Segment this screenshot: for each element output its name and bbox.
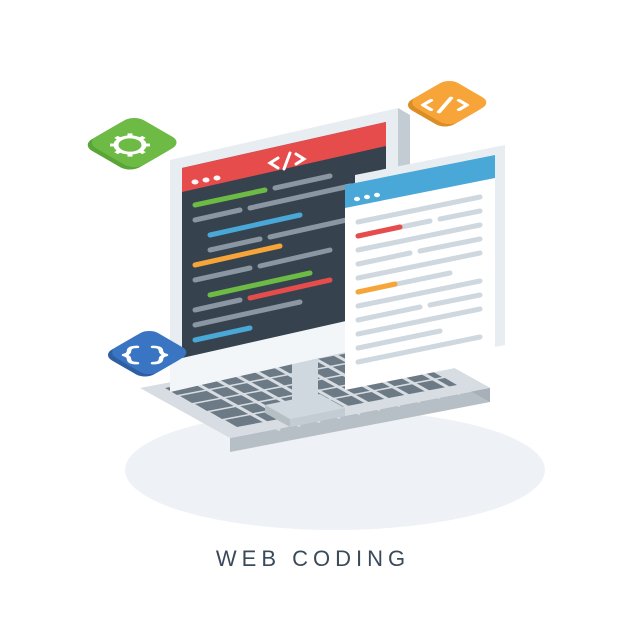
gear-badge: [82, 115, 182, 173]
browser-window: [345, 145, 505, 390]
web-coding-illustration: [0, 0, 626, 626]
illustration-stage: [0, 0, 626, 626]
code-badge: [403, 78, 492, 130]
caption-text: WEB CODING: [0, 546, 626, 572]
